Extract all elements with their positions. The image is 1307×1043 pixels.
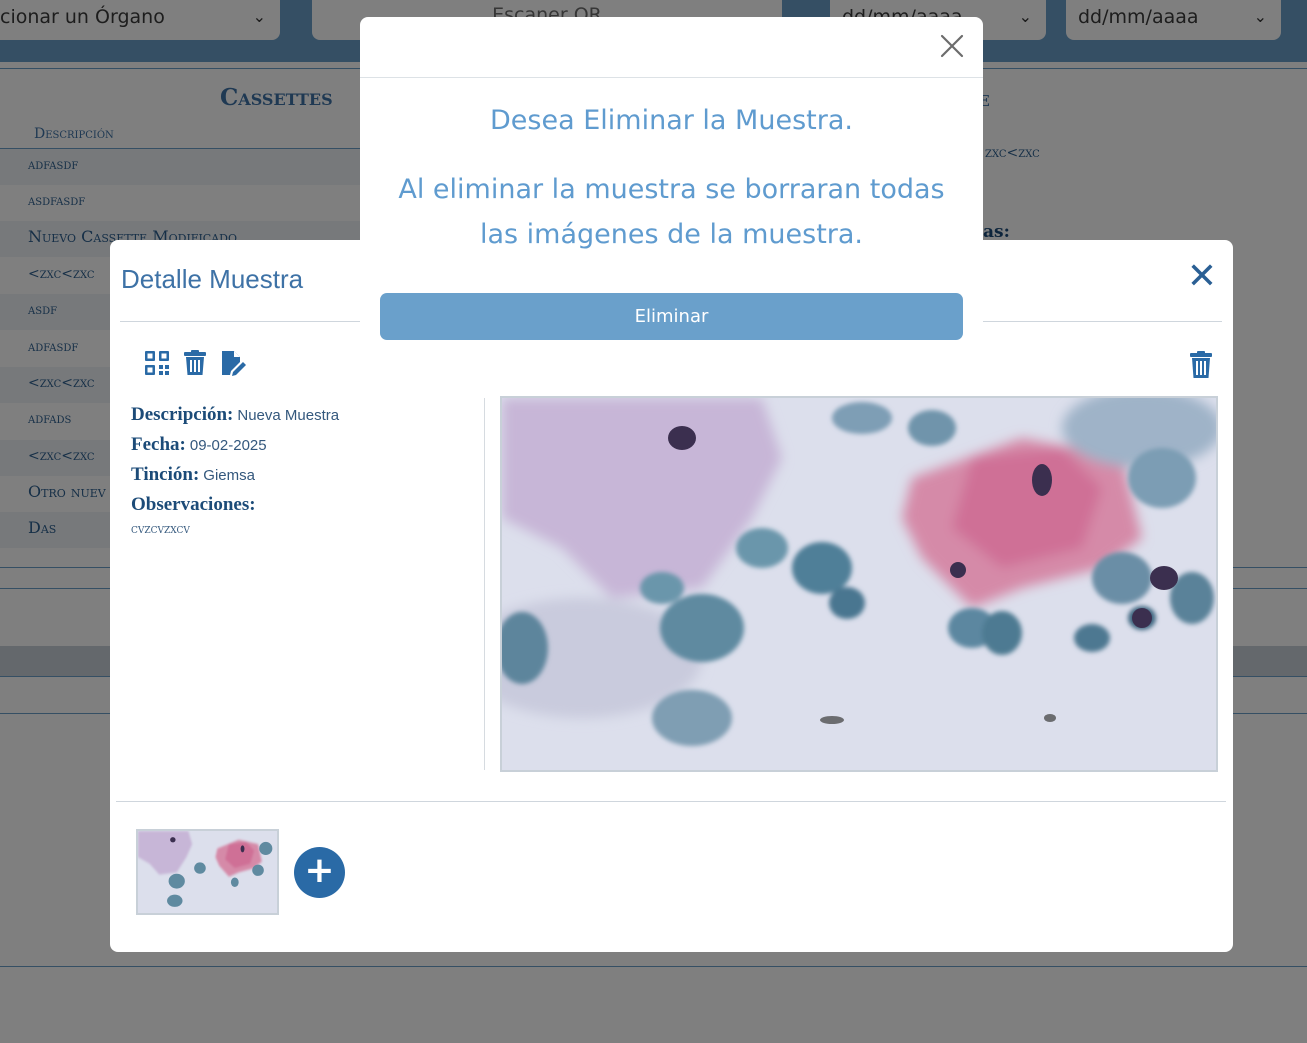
delete-confirm-modal: Desea Eliminar la Muestra. Al eliminar l…	[360, 17, 983, 360]
description-label: Descripción:	[131, 404, 234, 425]
sample-image	[500, 396, 1218, 772]
divider	[484, 398, 485, 770]
close-icon[interactable]	[937, 31, 967, 61]
qr-code-icon[interactable]	[144, 350, 170, 376]
observations-label: Observaciones:	[131, 494, 256, 515]
sample-toolbar	[144, 350, 246, 380]
divider	[116, 801, 1226, 802]
thumbnail-image	[138, 831, 277, 913]
sample-info: Descripción: Nueva Muestra Fecha: 09-02-20…	[131, 400, 471, 537]
eliminar-button[interactable]: Eliminar	[380, 293, 963, 340]
date-value: 09-02-2025	[189, 437, 267, 454]
stain-row: Tinción: Giemsa	[131, 460, 471, 490]
trash-icon[interactable]	[1188, 351, 1214, 379]
image-thumbnail[interactable]	[136, 829, 279, 915]
microscopy-image	[502, 398, 1216, 770]
close-icon[interactable]: ✕	[1185, 259, 1219, 296]
date-label: Fecha:	[131, 434, 186, 455]
description-row: Descripción: Nueva Muestra	[131, 400, 471, 430]
trash-icon[interactable]	[182, 350, 208, 376]
observations-row: Observaciones:	[131, 490, 471, 520]
confirm-message: Al eliminar la muestra se borraran todas…	[398, 174, 945, 250]
add-image-button[interactable]: +	[294, 847, 345, 898]
modal-header	[360, 17, 983, 78]
stain-label: Tinción:	[131, 464, 200, 485]
modal-title: Detalle Muestra	[121, 264, 304, 294]
observations-value: cvzcvzxcv	[131, 522, 190, 537]
confirm-title: Desea Eliminar la Muestra.	[490, 105, 853, 136]
date-row: Fecha: 09-02-2025	[131, 430, 471, 460]
edit-document-icon[interactable]	[220, 350, 246, 376]
stain-value: Giemsa	[203, 467, 255, 484]
description-value: Nueva Muestra	[237, 407, 340, 424]
